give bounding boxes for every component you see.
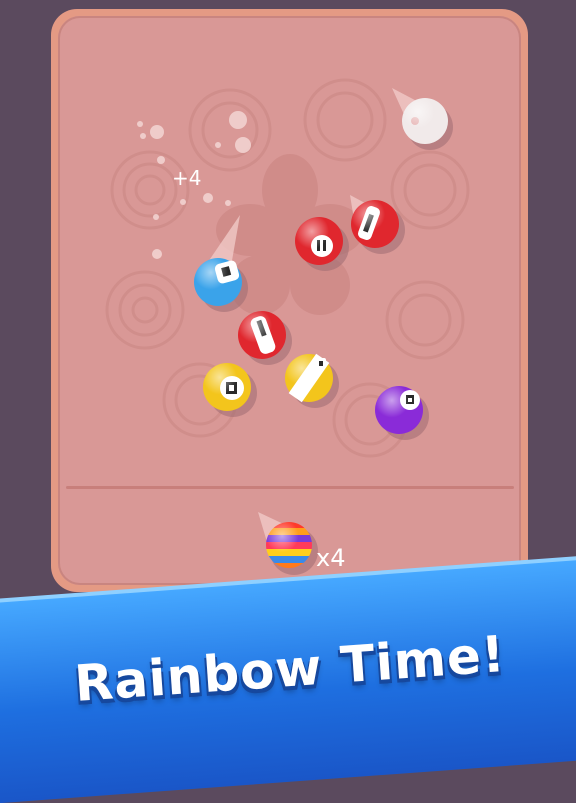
score-popup: +4 [172,166,202,190]
red-ball [295,217,343,265]
ball-shadows [200,104,453,575]
red-ball [238,311,286,359]
blue-ball [194,258,242,306]
cue-ball [402,98,448,144]
motion-trails [208,88,430,552]
red-ball [351,200,399,248]
purple-ball [375,386,423,434]
yellow-ball [285,353,333,403]
multiplier-label: x4 [316,544,346,572]
yellow-ball [203,363,251,411]
